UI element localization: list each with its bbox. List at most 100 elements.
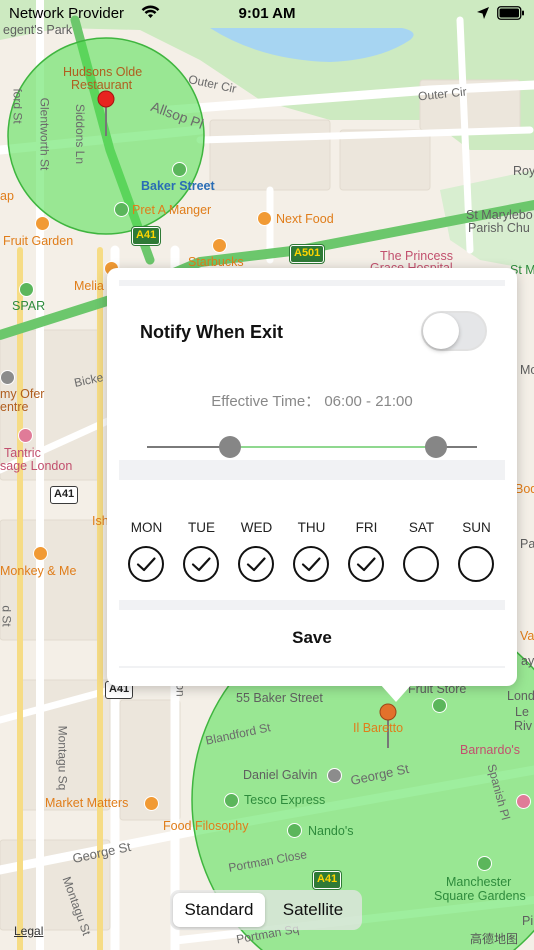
weekday-selector: MON TUE WED THU FRI SAT SUN [119,480,505,600]
theater-icon[interactable] [0,370,15,385]
map-type-satellite[interactable]: Satellite [267,893,359,927]
battery-icon [497,6,525,24]
day-checkbox-tue[interactable] [183,546,219,582]
map-label: ay [521,654,534,668]
notify-when-exit-toggle[interactable] [421,311,487,351]
subway-icon[interactable] [172,162,187,177]
store-icon[interactable] [19,282,34,297]
day-thu: THU [284,520,339,582]
map-label: entre [0,400,29,414]
day-fri: FRI [339,520,394,582]
map-label: Riv [514,719,533,733]
store-icon[interactable] [224,793,239,808]
map-label: Melia [74,279,104,293]
map-label: Nando's [308,824,354,838]
store-icon[interactable] [114,202,129,217]
day-label: THU [297,520,326,535]
map-label: St Marylebo [466,208,533,222]
road-shield: A41 [50,486,79,504]
slider-end-handle[interactable] [424,436,447,458]
map-label: SPAR [12,299,46,313]
day-label: SAT [408,520,435,535]
park-icon[interactable] [477,856,492,871]
day-sun: SUN [449,520,504,582]
day-checkbox-wed[interactable] [238,546,274,582]
shop-icon[interactable] [516,794,531,809]
day-label: TUE [188,520,215,535]
day-checkbox-sun[interactable] [458,546,494,582]
map-label: Pi [522,914,534,928]
salon-icon[interactable] [327,768,342,783]
map-label: ap [0,189,14,203]
map-label: Parish Chu [468,221,530,235]
checkmark-icon [356,557,376,572]
checkmark-icon [246,557,266,572]
map-label: Il Baretto [353,721,404,735]
map-label: Va [520,629,534,643]
day-label: MON [130,520,163,535]
store-icon[interactable] [432,698,447,713]
map-label: sage London [0,459,73,473]
map-label: Pa [520,537,534,551]
map-label: Tesco Express [244,793,326,807]
save-button[interactable]: Save [119,610,505,666]
map-label: Starbucks [188,255,244,269]
map-label: Daniel Galvin [243,768,318,782]
map-label: Lond [507,689,534,703]
restaurant-icon[interactable] [35,216,50,231]
map-label: Restaurant [71,78,133,92]
map-label: Square Gardens [434,889,526,903]
map-label: Siddons Ln [73,103,88,165]
day-label: SUN [462,520,491,535]
map-label: Roy [513,164,534,178]
map-label: Next Food [276,212,334,226]
map-label: d St [0,605,14,627]
map-label: Hudsons Olde [63,65,143,79]
day-checkbox-mon[interactable] [128,546,164,582]
checkmark-icon [191,557,211,572]
spa-icon[interactable] [18,428,33,443]
map-label: Food Filosophy [163,819,249,833]
day-checkbox-sat[interactable] [403,546,439,582]
popup-pointer [380,684,412,702]
geofence-settings-popup: Notify When Exit Effective Time： 06:00 -… [107,268,517,686]
map-label: Tantric [4,446,41,460]
map-label: Market Matters [45,796,129,810]
road-shield: A41 [132,227,161,245]
effective-time-label: Effective Time： 06:00 - 21:00 [211,393,413,410]
toggle-knob [423,313,459,349]
day-sat: SAT [394,520,449,582]
effective-time-range-slider[interactable] [147,436,477,460]
day-mon: MON [119,520,174,582]
road-shield: A501 [290,245,325,263]
day-label: FRI [355,520,378,535]
restaurant-icon[interactable] [257,211,272,226]
popup-content: Notify When Exit Effective Time： 06:00 -… [119,280,505,668]
status-time: 9:01 AM [238,5,296,22]
map-label: my Ofer [0,387,45,401]
day-checkbox-fri[interactable] [348,546,384,582]
map-type-standard[interactable]: Standard [173,893,265,927]
map-label: Barnardo's [460,743,521,757]
day-tue: TUE [174,520,229,582]
slider-start-handle[interactable] [218,436,241,458]
road-shield: A41 [313,871,342,889]
cafe-icon[interactable] [212,238,227,253]
notify-when-exit-label: Notify When Exit [140,322,283,342]
map-label: Glentworth St [37,97,52,171]
day-wed: WED [229,520,284,582]
checkmark-icon [301,557,321,572]
day-checkbox-thu[interactable] [293,546,329,582]
map-label: Fruit Garden [3,234,74,248]
legal-link[interactable]: Legal [14,924,43,938]
map-label: Manchester [446,875,512,889]
restaurant-icon[interactable] [287,823,302,838]
map-label: Mo [520,363,534,377]
map-provider-credit: 高德地图 [470,932,519,946]
restaurant-icon[interactable] [33,546,48,561]
map-label: Monkey & Me [0,564,77,578]
cafe-icon[interactable] [144,796,159,811]
slider-active-range [229,446,436,448]
map-label: Montagu Sq [55,725,70,791]
save-section: Save [119,610,505,666]
